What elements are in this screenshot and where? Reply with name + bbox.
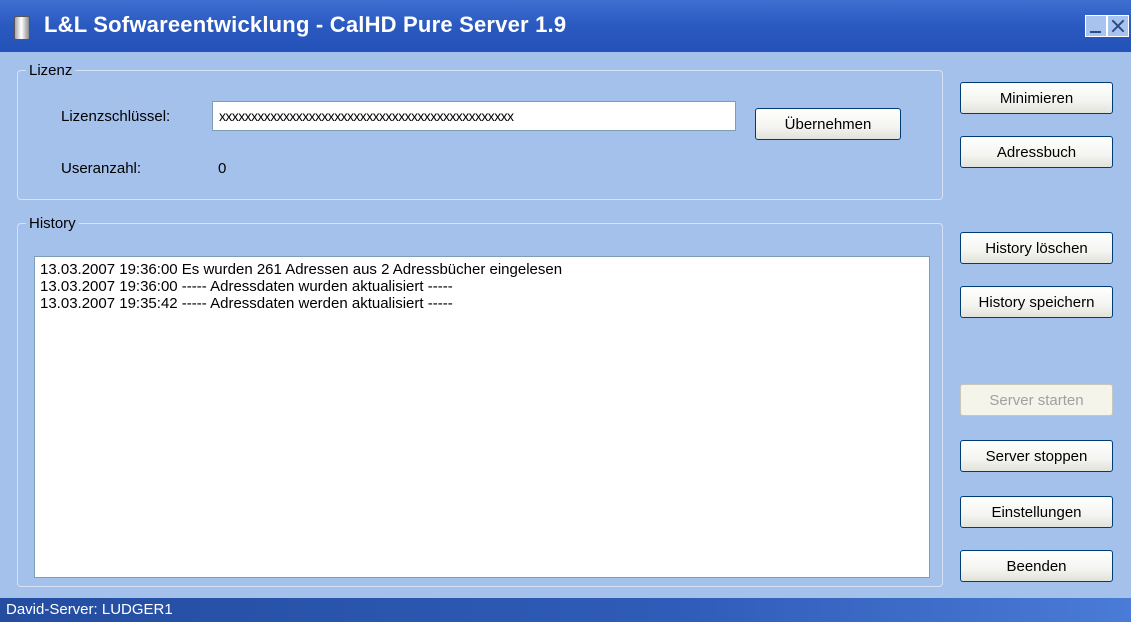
license-key-input[interactable] [212, 101, 736, 131]
lizenz-legend: Lizenz [29, 62, 73, 79]
server-icon [14, 16, 30, 40]
close-window-button[interactable] [1107, 15, 1129, 37]
history-clear-button[interactable]: History löschen [960, 232, 1113, 264]
status-text: David-Server: LUDGER1 [6, 601, 173, 618]
history-save-button[interactable]: History speichern [960, 286, 1113, 318]
minimize-button[interactable]: Minimieren [960, 82, 1113, 114]
title-bar[interactable]: L&L Sofwareentwicklung - CalHD Pure Serv… [0, 0, 1131, 52]
settings-button[interactable]: Einstellungen [960, 496, 1113, 528]
history-legend: History [29, 215, 76, 232]
user-count-value: 0 [218, 160, 227, 177]
main-window: L&L Sofwareentwicklung - CalHD Pure Serv… [0, 0, 1131, 622]
history-entry[interactable]: 13.03.2007 19:36:00 Es wurden 261 Adress… [40, 261, 924, 278]
address-book-button[interactable]: Adressbuch [960, 136, 1113, 168]
license-key-label: Lizenzschlüssel: [61, 108, 171, 125]
server-stop-button[interactable]: Server stoppen [960, 440, 1113, 472]
window-title: L&L Sofwareentwicklung - CalHD Pure Serv… [44, 12, 567, 37]
apply-license-button[interactable]: Übernehmen [755, 108, 901, 140]
user-count-label: Useranzahl: [61, 160, 142, 177]
exit-button[interactable]: Beenden [960, 550, 1113, 582]
minimize-window-button[interactable] [1085, 15, 1107, 37]
history-entry[interactable]: 13.03.2007 19:36:00 ----- Adressdaten wu… [40, 278, 924, 295]
minimize-icon [1090, 31, 1101, 33]
status-bar: David-Server: LUDGER1 [0, 598, 1131, 622]
history-list[interactable]: 13.03.2007 19:36:00 Es wurden 261 Adress… [34, 256, 930, 578]
server-start-button[interactable]: Server starten [960, 384, 1113, 416]
history-entry[interactable]: 13.03.2007 19:35:42 ----- Adressdaten we… [40, 295, 924, 312]
